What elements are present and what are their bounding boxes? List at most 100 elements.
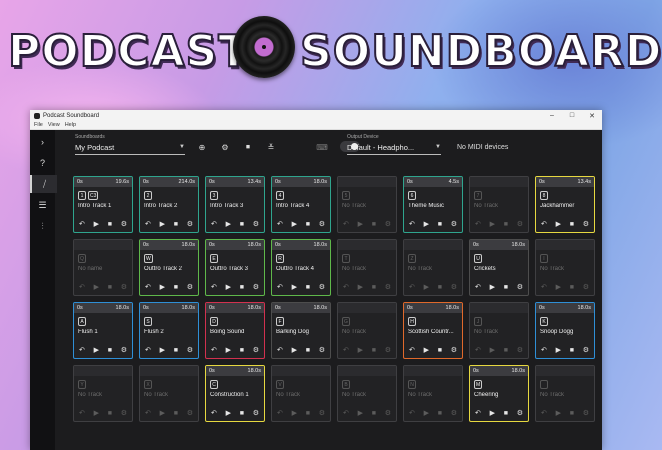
loop-icon[interactable]: ↶ (409, 283, 415, 291)
gear-icon[interactable]: ⚙ (451, 220, 457, 228)
expand-icon[interactable]: › (30, 133, 55, 151)
play-icon[interactable]: ▶ (556, 220, 561, 228)
menu-view[interactable]: View (48, 122, 60, 128)
stop-icon[interactable]: ■ (438, 347, 442, 354)
stop-icon[interactable]: ■ (174, 410, 178, 417)
stop-icon[interactable]: ■ (306, 410, 310, 417)
sound-pad[interactable]: 0s 18.0s F Barking Dog ↶ ▶ ■ ⚙ (271, 302, 331, 359)
sound-pad[interactable]: J No Track ↶ ▶ ■ ⚙ (469, 302, 529, 359)
stop-icon[interactable]: ■ (306, 347, 310, 354)
sound-pad[interactable]: T No Track ↶ ▶ ■ ⚙ (337, 239, 397, 296)
sound-pad[interactable]: 0s 19.6s 1 C3 Intro Track 1 ↶ ▶ ■ ⚙ (73, 176, 133, 233)
play-icon[interactable]: ▶ (490, 283, 495, 291)
gear-icon[interactable]: ⚙ (253, 220, 259, 228)
loop-icon[interactable]: ↶ (79, 409, 85, 417)
gear-icon[interactable]: ⚙ (187, 283, 193, 291)
stop-icon[interactable]: ■ (174, 284, 178, 291)
sound-pad[interactable]: Y No Track ↶ ▶ ■ ⚙ (73, 365, 133, 422)
play-icon[interactable]: ▶ (292, 346, 297, 354)
sound-pad[interactable]: 0s 13.4s 8 Jackhammer ↶ ▶ ■ ⚙ (535, 176, 595, 233)
keyboard-icon[interactable]: ⌨ (316, 142, 328, 152)
loop-icon[interactable]: ↶ (541, 220, 547, 228)
loop-icon[interactable]: ↶ (541, 409, 547, 417)
gear-icon[interactable]: ⚙ (121, 409, 127, 417)
stop-icon[interactable]: ■ (372, 284, 376, 291)
gear-icon[interactable]: ⚙ (319, 220, 325, 228)
sound-pad[interactable]: 0s 18.0s 4 Intro Track 4 ↶ ▶ ■ ⚙ (271, 176, 331, 233)
sound-pad[interactable]: 0s 18.0s E Outtro Track 3 ↶ ▶ ■ ⚙ (205, 239, 265, 296)
gear-icon[interactable]: ⚙ (583, 409, 589, 417)
gear-icon[interactable]: ⚙ (319, 346, 325, 354)
stop-icon[interactable]: ■ (108, 284, 112, 291)
stop-icon[interactable]: ■ (504, 410, 508, 417)
stop-icon[interactable]: ■ (372, 347, 376, 354)
gear-icon[interactable]: ⚙ (517, 346, 523, 354)
stop-icon[interactable]: ■ (438, 410, 442, 417)
play-icon[interactable]: ▶ (292, 409, 297, 417)
minimize-button[interactable]: – (542, 112, 562, 120)
stop-icon[interactable]: ■ (438, 221, 442, 228)
loop-icon[interactable]: ↶ (211, 346, 217, 354)
stop-icon[interactable]: ■ (570, 347, 574, 354)
gear-icon[interactable]: ⚙ (253, 283, 259, 291)
gear-icon[interactable]: ⚙ (451, 409, 457, 417)
play-icon[interactable]: ▶ (358, 346, 363, 354)
sound-pad[interactable]: Q No name ↶ ▶ ■ ⚙ (73, 239, 133, 296)
sound-pad[interactable]: 0s 18.0s A Flush 1 ↶ ▶ ■ ⚙ (73, 302, 133, 359)
stop-icon[interactable]: ■ (438, 284, 442, 291)
play-icon[interactable]: ▶ (94, 220, 99, 228)
sound-pad[interactable]: 5 No Track ↶ ▶ ■ ⚙ (337, 176, 397, 233)
stop-icon[interactable]: ■ (240, 410, 244, 417)
loop-icon[interactable]: ↶ (145, 283, 151, 291)
loop-icon[interactable]: ↶ (541, 346, 547, 354)
play-icon[interactable]: ▶ (160, 409, 165, 417)
soundboard-icon[interactable]: ⧸ (30, 175, 57, 193)
loop-icon[interactable]: ↶ (475, 220, 481, 228)
gear-icon[interactable]: ⚙ (385, 346, 391, 354)
play-icon[interactable]: ▶ (160, 220, 165, 228)
loop-icon[interactable]: ↶ (475, 409, 481, 417)
gear-icon[interactable]: ⚙ (253, 346, 259, 354)
sound-pad[interactable]: 0s 18.0s D Boing Sound ↶ ▶ ■ ⚙ (205, 302, 265, 359)
loop-icon[interactable]: ↶ (409, 409, 415, 417)
stop-icon[interactable]: ■ (108, 347, 112, 354)
stop-icon[interactable]: ■ (240, 221, 244, 228)
gear-icon[interactable]: ⚙ (385, 220, 391, 228)
loop-icon[interactable]: ↶ (343, 346, 349, 354)
gear-icon[interactable]: ⚙ (121, 346, 127, 354)
output-device-select[interactable]: Default - Headpho... ▼ (347, 140, 441, 155)
add-icon[interactable]: ⊕ (197, 142, 207, 152)
loop-icon[interactable]: ↶ (409, 220, 415, 228)
sound-pad[interactable]: 0s 18.0s S Flush 2 ↶ ▶ ■ ⚙ (139, 302, 199, 359)
play-icon[interactable]: ▶ (490, 346, 495, 354)
stop-icon[interactable]: ■ (108, 221, 112, 228)
gear-icon[interactable]: ⚙ (187, 220, 193, 228)
gear-icon[interactable]: ⚙ (583, 220, 589, 228)
sound-pad[interactable]: X No Track ↶ ▶ ■ ⚙ (139, 365, 199, 422)
sound-pad[interactable]: 7 No Track ↶ ▶ ■ ⚙ (469, 176, 529, 233)
loop-icon[interactable]: ↶ (475, 346, 481, 354)
stop-icon[interactable]: ■ (240, 347, 244, 354)
sound-pad[interactable]: B No Track ↶ ▶ ■ ⚙ (337, 365, 397, 422)
stop-icon[interactable]: ■ (306, 284, 310, 291)
loop-icon[interactable]: ↶ (541, 283, 547, 291)
gear-icon[interactable]: ⚙ (187, 346, 193, 354)
play-icon[interactable]: ▶ (226, 346, 231, 354)
gear-icon[interactable]: ⚙ (187, 409, 193, 417)
loop-icon[interactable]: ↶ (145, 346, 151, 354)
stop-icon[interactable]: ■ (240, 284, 244, 291)
stop-icon[interactable]: ■ (504, 221, 508, 228)
gear-icon[interactable]: ⚙ (253, 409, 259, 417)
list-icon[interactable]: ☰ (30, 196, 55, 214)
gear-icon[interactable]: ⚙ (517, 283, 523, 291)
stop-icon[interactable]: ■ (108, 410, 112, 417)
play-icon[interactable]: ▶ (358, 220, 363, 228)
loop-icon[interactable]: ↶ (343, 220, 349, 228)
gear-icon[interactable]: ⚙ (583, 283, 589, 291)
loop-icon[interactable]: ↶ (79, 346, 85, 354)
sound-pad[interactable]: I No Track ↶ ▶ ■ ⚙ (535, 239, 595, 296)
play-icon[interactable]: ▶ (424, 409, 429, 417)
play-icon[interactable]: ▶ (556, 283, 561, 291)
stop-icon[interactable]: ■ (174, 221, 178, 228)
sound-pad[interactable]: 0s 214.0s 2 Intro Track 2 ↶ ▶ ■ ⚙ (139, 176, 199, 233)
